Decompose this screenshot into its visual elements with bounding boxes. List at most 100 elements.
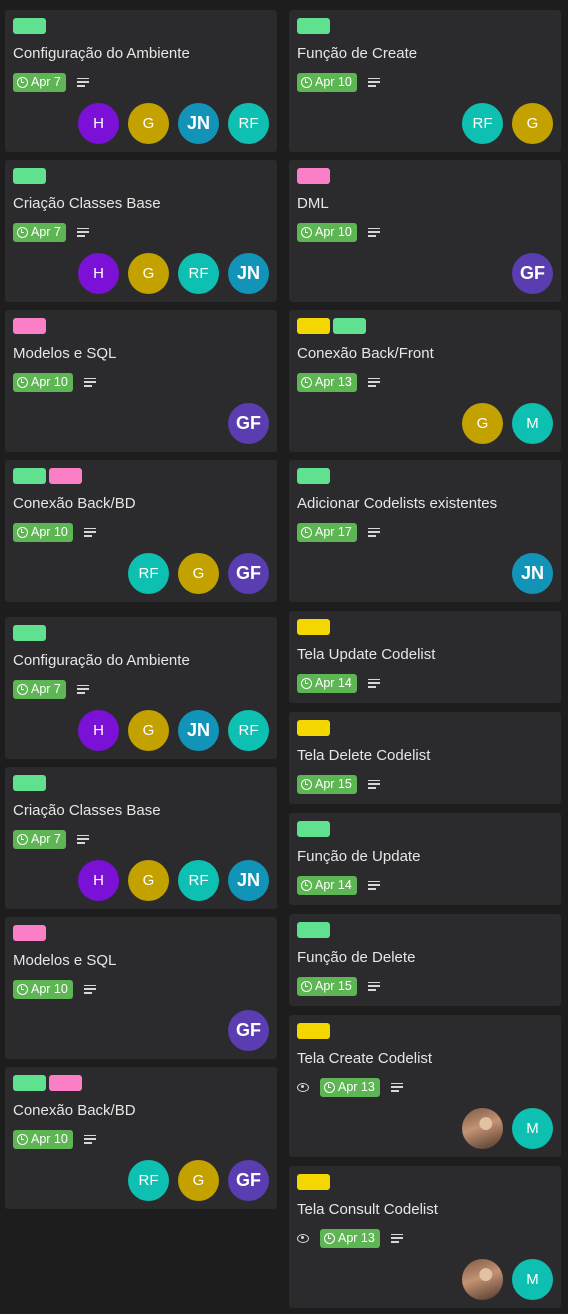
due-date-badge[interactable]: Apr 13 [320,1228,380,1248]
label-green[interactable] [297,821,330,837]
member-avatar-g[interactable]: G [128,710,169,751]
card[interactable]: Conexão Back/Front Apr 13 G M [289,310,561,452]
due-date-badge[interactable]: Apr 7 [13,72,66,92]
card-title: Conexão Back/Front [297,345,434,362]
member-avatar-m[interactable]: M [512,1108,553,1149]
card[interactable]: Criação Classes Base Apr 7 H G RF JN [5,160,277,302]
eye-icon [297,1233,309,1243]
label-green[interactable] [13,625,46,641]
due-date-badge[interactable]: Apr 10 [13,372,73,392]
member-avatar-photo[interactable] [462,1108,503,1149]
label-green[interactable] [13,168,46,184]
due-date-badge[interactable]: Apr 14 [297,875,357,895]
label-green[interactable] [13,775,46,791]
due-date-badge[interactable]: Apr 13 [297,372,357,392]
due-date-badge[interactable]: Apr 15 [297,774,357,794]
due-date-badge[interactable]: Apr 14 [297,673,357,693]
card[interactable]: Função de Create Apr 10 RF G [289,10,561,152]
card[interactable]: Modelos e SQL Apr 10 GF [5,917,277,1059]
label-yellow[interactable] [297,619,330,635]
member-avatar-jn[interactable]: JN [178,103,219,144]
member-avatar-h[interactable]: H [78,710,119,751]
member-avatar-m[interactable]: M [512,403,553,444]
card-title: Configuração do Ambiente [13,45,190,62]
label-green[interactable] [13,18,46,34]
member-avatar-g[interactable]: G [128,860,169,901]
member-avatar-rf[interactable]: RF [128,553,169,594]
member-avatar-rf[interactable]: RF [178,253,219,294]
label-yellow[interactable] [297,1174,330,1190]
member-avatar-m[interactable]: M [512,1259,553,1300]
member-avatar-rf[interactable]: RF [178,860,219,901]
label-green[interactable] [297,922,330,938]
member-avatar-rf[interactable]: RF [462,103,503,144]
card-members: GF [512,253,553,294]
member-avatar-gf[interactable]: GF [228,1010,269,1051]
label-pink[interactable] [49,468,82,484]
member-avatar-g[interactable]: G [128,103,169,144]
member-avatar-g[interactable]: G [512,103,553,144]
member-avatar-g[interactable]: G [178,1160,219,1201]
card[interactable]: Configuração do Ambiente Apr 7 H G JN RF [5,10,277,152]
card[interactable]: Conexão Back/BD Apr 10 RF G GF [5,1067,277,1209]
member-avatar-rf[interactable]: RF [228,710,269,751]
label-pink[interactable] [49,1075,82,1091]
label-yellow[interactable] [297,318,330,334]
card[interactable]: Criação Classes Base Apr 7 H G RF JN [5,767,277,909]
card[interactable]: Configuração do Ambiente Apr 7 H G JN RF [5,617,277,759]
card[interactable]: Tela Consult Codelist Apr 13 M [289,1166,561,1308]
member-avatar-gf[interactable]: GF [228,403,269,444]
due-date-badge[interactable]: Apr 10 [13,1129,73,1149]
due-date-badge[interactable]: Apr 10 [297,222,357,242]
label-green[interactable] [13,468,46,484]
due-date-badge[interactable]: Apr 7 [13,222,66,242]
due-date-text: Apr 14 [315,878,352,892]
card[interactable]: Conexão Back/BD Apr 10 RF G GF [5,460,277,602]
label-green[interactable] [297,18,330,34]
card[interactable]: Adicionar Codelists existentes Apr 17 JN [289,460,561,602]
member-avatar-h[interactable]: H [78,860,119,901]
member-avatar-rf[interactable]: RF [228,103,269,144]
member-avatar-jn[interactable]: JN [178,710,219,751]
due-date-badge[interactable]: Apr 10 [13,979,73,999]
due-date-badge[interactable]: Apr 7 [13,679,66,699]
member-avatar-jn[interactable]: JN [512,553,553,594]
card[interactable]: Tela Update Codelist Apr 14 [289,611,561,703]
member-avatar-jn[interactable]: JN [228,253,269,294]
card-badges: Apr 10 [297,222,380,242]
card[interactable]: Função de Update Apr 14 [289,813,561,905]
member-avatar-gf[interactable]: GF [512,253,553,294]
due-date-badge[interactable]: Apr 7 [13,829,66,849]
member-avatar-g[interactable]: G [128,253,169,294]
card[interactable]: Função de Delete Apr 15 [289,914,561,1006]
due-date-badge[interactable]: Apr 15 [297,976,357,996]
label-green[interactable] [13,1075,46,1091]
card[interactable]: DML Apr 10 GF [289,160,561,302]
member-avatar-jn[interactable]: JN [228,860,269,901]
card-badges: Apr 17 [297,522,380,542]
member-avatar-gf[interactable]: GF [228,553,269,594]
label-yellow[interactable] [297,720,330,736]
label-green[interactable] [297,468,330,484]
member-avatar-h[interactable]: H [78,103,119,144]
card[interactable]: Tela Create Codelist Apr 13 M [289,1015,561,1157]
card[interactable]: Modelos e SQL Apr 10 GF [5,310,277,452]
member-avatar-h[interactable]: H [78,253,119,294]
label-pink[interactable] [13,318,46,334]
member-avatar-rf[interactable]: RF [128,1160,169,1201]
label-yellow[interactable] [297,1023,330,1039]
label-pink[interactable] [297,168,330,184]
label-pink[interactable] [13,925,46,941]
due-date-badge[interactable]: Apr 17 [297,522,357,542]
member-avatar-g[interactable]: G [178,553,219,594]
member-avatar-photo[interactable] [462,1259,503,1300]
card-title: Modelos e SQL [13,952,117,969]
card[interactable]: Tela Delete Codelist Apr 15 [289,712,561,804]
member-avatar-g[interactable]: G [462,403,503,444]
due-date-badge[interactable]: Apr 13 [320,1077,380,1097]
label-green[interactable] [333,318,366,334]
due-date-badge[interactable]: Apr 10 [297,72,357,92]
card-title: Adicionar Codelists existentes [297,495,498,512]
due-date-badge[interactable]: Apr 10 [13,522,73,542]
member-avatar-gf[interactable]: GF [228,1160,269,1201]
